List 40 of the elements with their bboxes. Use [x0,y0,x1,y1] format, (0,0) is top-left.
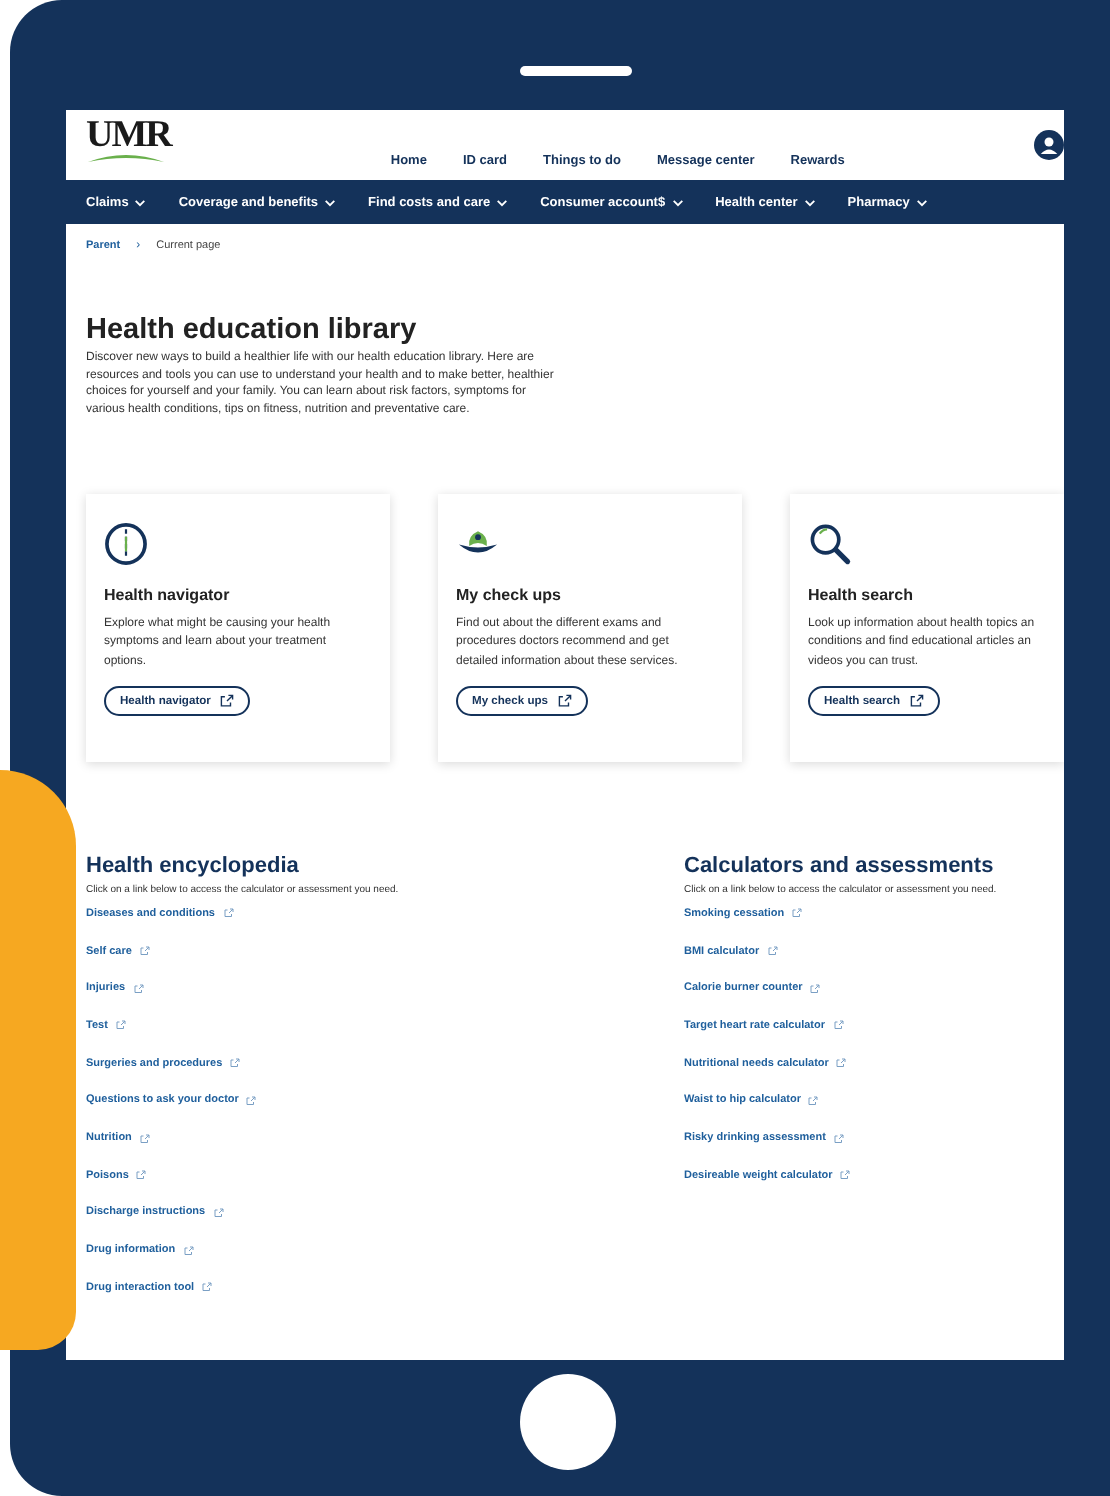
external-link-icon [115,1020,126,1031]
external-link-icon [558,694,573,709]
card-title: Health search [808,586,913,605]
card-title: My check ups [456,586,561,605]
card-title: Health navigator [104,586,230,605]
external-link-icon [133,983,144,994]
caret-icon [324,197,337,207]
caret-icon [496,197,509,207]
external-link-icon [246,1095,257,1106]
external-link-icon [810,983,821,994]
external-link-icon [833,1133,844,1143]
external-link-icon [910,694,925,709]
logo-swoosh-icon [86,150,166,166]
external-link-icon [767,946,778,957]
external-link-icon [220,694,235,709]
external-link-icon [840,1170,851,1181]
external-link-icon [792,908,803,919]
external-link-icon [833,1020,844,1031]
external-link-icon [230,1058,241,1069]
speaker-slot [520,66,632,76]
external-link-icon [183,1245,194,1256]
caret-icon [915,197,928,207]
logo-text[interactable]: UMR [86,118,171,154]
external-link-icon [202,1282,213,1293]
compass-icon [104,522,148,567]
caret-icon [671,197,684,207]
home-button[interactable] [520,1374,616,1470]
caret-icon [134,197,147,207]
external-link-icon [139,946,150,957]
external-link-icon [808,1095,819,1106]
caret-icon [803,197,816,207]
page-title: Health education library [86,314,419,346]
external-link-icon [213,1207,224,1218]
section-title: Health encyclopedia [86,854,299,879]
section-title: Calculators and assessments [684,854,994,879]
magnifier-icon [808,522,852,567]
external-link-icon [223,908,233,919]
external-link-icon [136,1170,147,1181]
external-link-icon [836,1058,847,1069]
external-link-icon [139,1133,150,1143]
